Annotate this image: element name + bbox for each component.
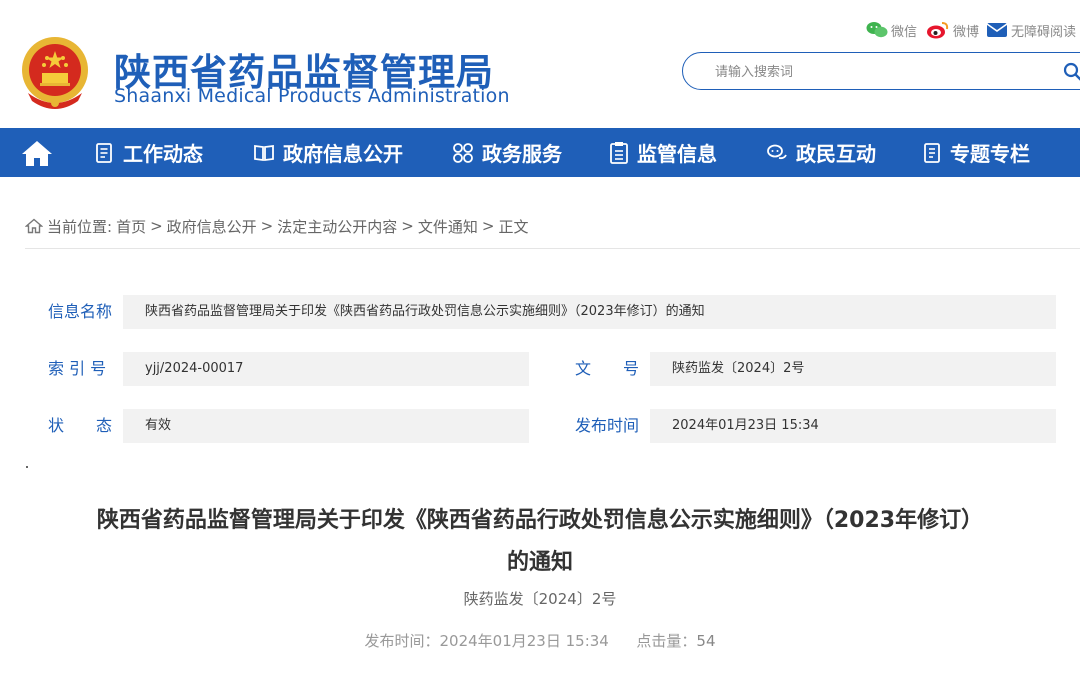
doc-number-value: 陕药监发〔2024〕2号 bbox=[650, 352, 1056, 386]
wechat-icon bbox=[866, 22, 888, 38]
wechat-label: 微信 bbox=[891, 24, 918, 40]
weibo-label: 微博 bbox=[953, 24, 980, 40]
nav-item-gov-info[interactable]: 政府信息公开 bbox=[253, 128, 403, 177]
publish-date-label: 发布时间 bbox=[575, 416, 640, 435]
site-header: 陕西省药品监督管理局 Shaanxi Medical Products Admi… bbox=[0, 0, 1080, 128]
nav-label: 政务服务 bbox=[482, 142, 562, 166]
search-box bbox=[682, 52, 1080, 90]
article-meta: 发布时间：2024年01月23日 15:34 点击量：54 bbox=[0, 630, 1080, 651]
status-label: 状 态 bbox=[48, 416, 113, 435]
nav-item-special-topics[interactable]: 专题专栏 bbox=[922, 128, 1030, 177]
open-book-icon bbox=[254, 144, 274, 161]
nav-label: 政府信息公开 bbox=[283, 142, 403, 166]
clipboard-icon bbox=[610, 141, 628, 164]
index-number-value: yjj/2024-00017 bbox=[123, 352, 529, 386]
breadcrumb-statutory[interactable]: 法定主动公开内容 bbox=[277, 216, 397, 237]
weibo-link[interactable]: 微博 bbox=[926, 20, 979, 40]
search-input[interactable] bbox=[713, 62, 1047, 82]
accessibility-label: 无障碍阅读 bbox=[1011, 24, 1077, 40]
article-title-continued: 的通知 bbox=[506, 550, 573, 575]
breadcrumb-separator: > bbox=[401, 217, 414, 235]
article-title: 陕西省药品监督管理局关于印发《陕西省药品行政处罚信息公示实施细则》（2023年修… bbox=[96, 508, 984, 533]
publish-time-value: 2024年01月23日 15:34 bbox=[439, 632, 609, 650]
breadcrumb-home[interactable]: 首页 bbox=[116, 216, 146, 237]
breadcrumb-gov-info[interactable]: 政府信息公开 bbox=[167, 216, 257, 237]
index-number-label: 索 引 号 bbox=[48, 359, 107, 378]
mail-icon bbox=[986, 23, 1008, 37]
status-value: 有效 bbox=[123, 409, 529, 443]
nav-label: 专题专栏 bbox=[950, 142, 1030, 166]
publish-time-label: 发布时间： bbox=[364, 632, 440, 650]
nav-item-gov-services[interactable]: 政务服务 bbox=[452, 128, 562, 177]
home-icon[interactable] bbox=[20, 139, 54, 167]
divider bbox=[25, 248, 1080, 249]
main-nav: 工作动态 政府信息公开 政务服务 监管信息 政民互动 专题专栏 bbox=[0, 128, 1080, 177]
divider-dot bbox=[26, 466, 28, 468]
nav-item-interaction[interactable]: 政民互动 bbox=[766, 128, 876, 177]
nav-item-work-news[interactable]: 工作动态 bbox=[95, 128, 203, 177]
breadcrumb-separator: > bbox=[150, 217, 163, 235]
publish-date-value: 2024年01月23日 15:34 bbox=[650, 409, 1056, 443]
doc-number-label: 文 号 bbox=[575, 359, 640, 378]
notebook-icon bbox=[924, 142, 940, 163]
nav-label: 政民互动 bbox=[796, 142, 876, 166]
nav-label: 工作动态 bbox=[123, 142, 203, 166]
nav-label: 监管信息 bbox=[637, 142, 717, 166]
chat-bubbles-icon bbox=[767, 144, 787, 159]
wechat-link[interactable]: 微信 bbox=[866, 20, 917, 40]
home-outline-icon bbox=[25, 218, 43, 234]
click-count-value: 54 bbox=[696, 632, 716, 650]
breadcrumb-separator: > bbox=[481, 217, 495, 235]
info-name-value: 陕西省药品监督管理局关于印发《陕西省药品行政处罚信息公示实施细则》（2023年修… bbox=[123, 295, 1056, 329]
breadcrumb-prefix: 当前位置: bbox=[47, 217, 113, 236]
search-icon[interactable] bbox=[1063, 62, 1080, 82]
click-count-label: 点击量： bbox=[636, 632, 697, 650]
site-title-english[interactable]: Shaanxi Medical Products Administration bbox=[114, 85, 510, 107]
nav-item-supervision[interactable]: 监管信息 bbox=[609, 128, 717, 177]
breadcrumb-notices[interactable]: 文件通知 bbox=[418, 216, 478, 237]
article-doc-number: 陕药监发〔2024〕2号 bbox=[463, 590, 617, 608]
national-emblem-icon bbox=[22, 37, 88, 109]
services-grid-icon bbox=[453, 142, 473, 163]
accessibility-link[interactable]: 无障碍阅读 bbox=[986, 20, 1076, 40]
breadcrumb: 当前位置: 首页 > 政府信息公开 > 法定主动公开内容 > 文件通知 > 正文 bbox=[25, 215, 532, 237]
breadcrumb-separator: > bbox=[260, 217, 274, 235]
info-name-label: 信息名称 bbox=[48, 302, 113, 321]
document-list-icon bbox=[96, 142, 112, 163]
breadcrumb-current: 正文 bbox=[498, 217, 529, 236]
weibo-icon bbox=[927, 22, 949, 39]
